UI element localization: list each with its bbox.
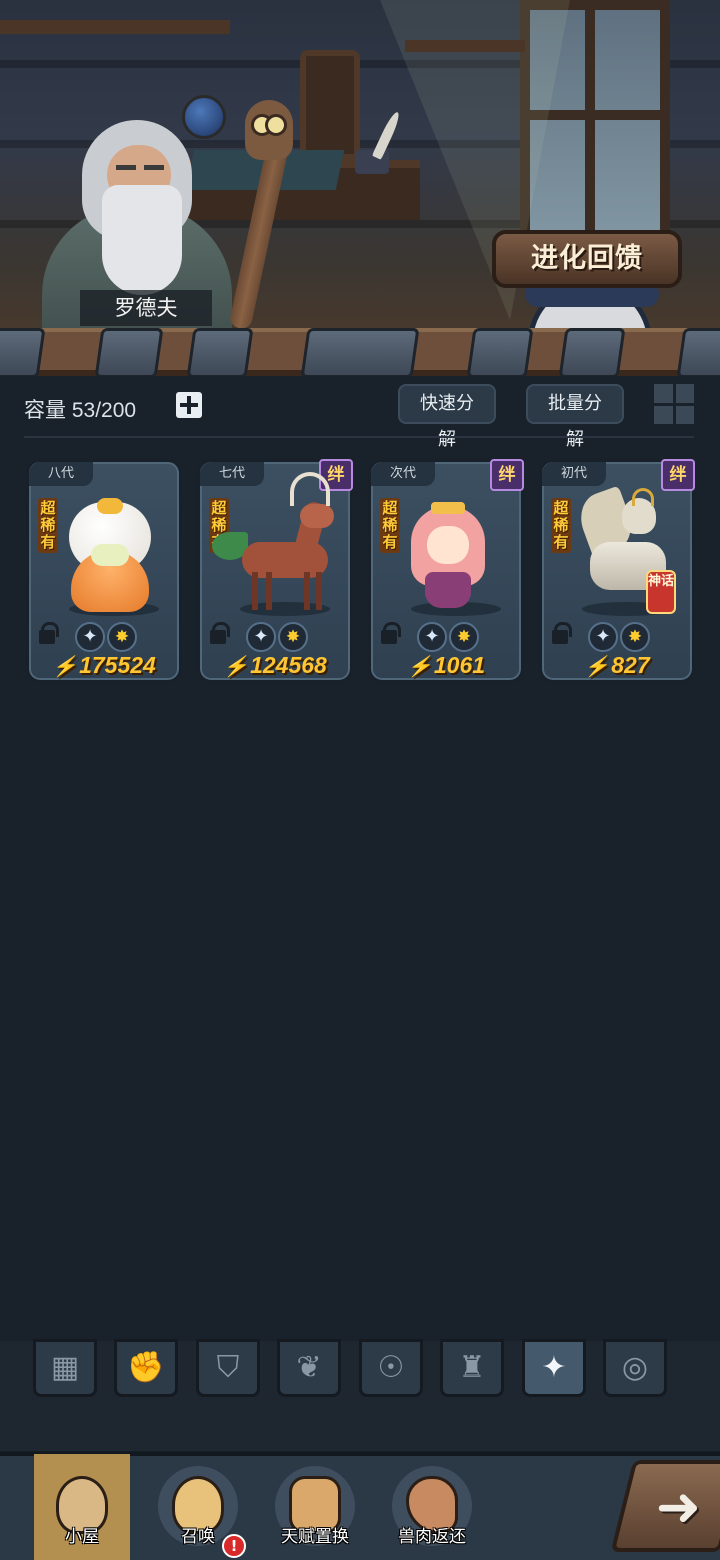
sage-brow	[116, 165, 136, 170]
power-icon: ⚡	[406, 656, 432, 678]
power-number: 1061	[433, 652, 486, 678]
sun-icon	[449, 622, 479, 652]
compass-star-icon	[246, 622, 276, 652]
quick-decompose-button[interactable]: 快速分解	[398, 384, 496, 450]
lock-icon[interactable]	[210, 622, 230, 644]
dragon-horns	[632, 488, 654, 506]
sun-icon	[620, 622, 650, 652]
lock-icon[interactable]	[381, 622, 401, 644]
deer-leg	[252, 572, 258, 610]
brick	[300, 328, 420, 378]
mythic-badge: 神话	[646, 570, 676, 614]
filter-shield-icon[interactable]: ⛉	[196, 1339, 260, 1397]
owl-icon	[245, 100, 293, 160]
evolution-feedback-button[interactable]: 进化回馈	[492, 230, 682, 288]
mushroom-topping	[97, 498, 123, 514]
rarity-tag: 超稀有	[380, 498, 400, 553]
compass-star-icon	[75, 622, 105, 652]
brick	[94, 328, 164, 378]
nav-hut-label: 小屋	[65, 1527, 99, 1547]
grid-cell	[654, 405, 673, 424]
nav-hut[interactable]: 小屋	[34, 1454, 130, 1560]
girl-face	[427, 526, 469, 564]
generation-label: 初代	[542, 462, 606, 486]
brick-divider	[0, 328, 720, 378]
alert-icon: !	[222, 1534, 246, 1558]
filter-swirl-icon[interactable]: ◎	[603, 1339, 667, 1397]
batch-decompose-button[interactable]: 批量分解	[526, 384, 624, 450]
add-capacity-icon[interactable]	[176, 392, 202, 418]
sage-brow	[144, 165, 164, 170]
brick	[466, 328, 534, 378]
deer-leg	[266, 572, 272, 610]
girl-crown	[431, 502, 465, 514]
bond-badge: 绊	[490, 459, 524, 491]
filter-fist-icon[interactable]: ✊	[114, 1339, 178, 1397]
deer-antler	[290, 472, 330, 506]
power-number: 827	[611, 652, 650, 678]
study-scene: 罗德夫 进化回馈	[0, 0, 720, 345]
mushroom-face	[91, 544, 129, 566]
sun-icon	[278, 622, 308, 652]
sun-icon	[107, 622, 137, 652]
bond-badge: 绊	[661, 459, 695, 491]
grid-cell	[654, 384, 673, 403]
pet-card[interactable]: 八代 超稀有 ⚡175524	[26, 459, 182, 683]
filter-star-compass-icon[interactable]: ✦	[522, 1339, 586, 1397]
rarity-tag: 超稀有	[551, 498, 571, 553]
power-icon: ⚡	[52, 656, 78, 678]
nav-talent-label: 天赋置换	[281, 1527, 349, 1547]
deer-leg	[316, 572, 322, 610]
brick	[558, 328, 626, 378]
pet-card[interactable]: 七代 绊 超稀有 ⚡124568	[197, 459, 353, 683]
generation-label: 七代	[200, 462, 264, 486]
filter-sprout-icon[interactable]: ❦	[277, 1339, 341, 1397]
compass-star-icon	[417, 622, 447, 652]
deer-leg	[304, 572, 310, 610]
girl-dress	[425, 572, 471, 608]
wall-shelf	[405, 40, 525, 52]
deer-head	[300, 504, 334, 528]
filter-blocks-icon[interactable]: ▦	[33, 1339, 97, 1397]
power-icon: ⚡	[584, 656, 610, 678]
power-value: ⚡1061	[371, 652, 521, 679]
power-value: ⚡827	[542, 652, 692, 679]
rarity-tag: 超稀有	[38, 498, 58, 553]
generation-label: 八代	[29, 462, 93, 486]
generation-label: 次代	[371, 462, 435, 486]
grid-cell	[675, 405, 694, 424]
bookshelf	[0, 20, 230, 34]
brick	[676, 328, 720, 378]
arrow-right-icon: ➜	[655, 1475, 702, 1538]
lock-icon[interactable]	[39, 622, 59, 644]
nav-talent-swap[interactable]: 天赋置换	[267, 1454, 363, 1560]
power-icon: ⚡	[223, 656, 249, 678]
brick	[0, 328, 46, 378]
power-value: ⚡124568	[200, 652, 350, 679]
divider	[24, 436, 694, 438]
filter-tower-icon[interactable]: ♜	[440, 1339, 504, 1397]
capacity-label: 容量 53/200	[24, 399, 137, 422]
nav-meat-label: 兽肉返还	[398, 1527, 466, 1547]
pet-card[interactable]: 次代 绊 超稀有 ⚡1061	[368, 459, 524, 683]
power-number: 124568	[250, 652, 327, 678]
sage-beard	[102, 185, 182, 295]
grid-view-icon[interactable]	[654, 384, 694, 424]
chair	[300, 50, 360, 160]
nav-meat-return[interactable]: 兽肉返还	[384, 1454, 480, 1560]
filter-alien-icon[interactable]: ☉	[359, 1339, 423, 1397]
power-number: 175524	[79, 652, 156, 678]
npc-name-label: 罗德夫	[80, 290, 212, 326]
power-value: ⚡175524	[29, 652, 179, 679]
compass-star-icon	[588, 622, 618, 652]
lock-icon[interactable]	[552, 622, 572, 644]
grid-cell	[675, 384, 694, 403]
pet-card[interactable]: 初代 绊 超稀有 神话 ⚡827	[539, 459, 695, 683]
brick	[186, 328, 254, 378]
